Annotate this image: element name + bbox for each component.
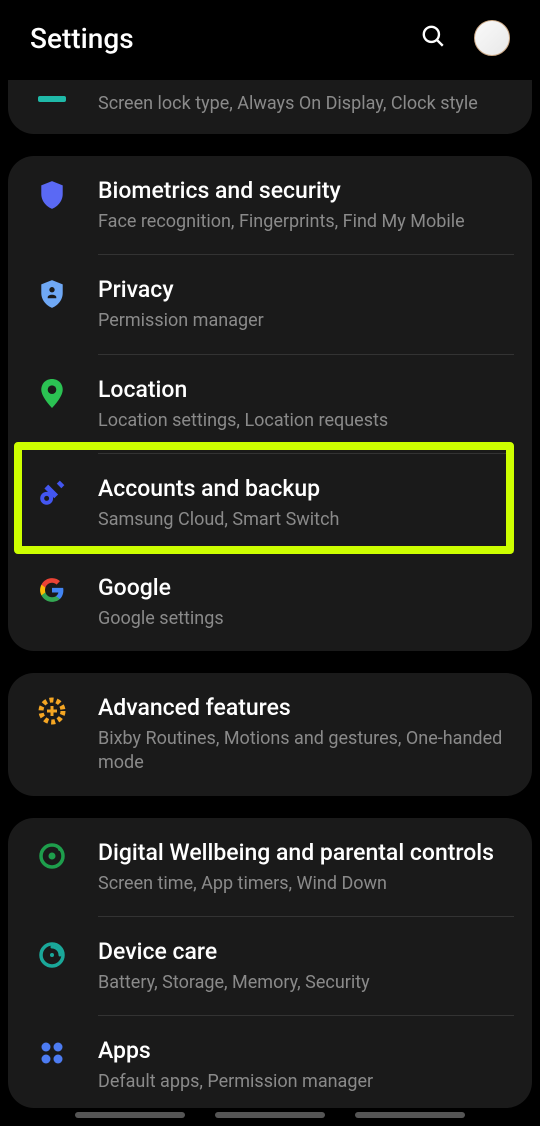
avatar[interactable]	[474, 20, 510, 56]
settings-item-accounts-backup[interactable]: Accounts and backup Samsung Cloud, Smart…	[8, 454, 532, 552]
settings-group: Digital Wellbeing and parental controls …	[8, 818, 532, 1109]
item-sub: Bixby Routines, Motions and gestures, On…	[98, 727, 508, 776]
item-title: Advanced features	[98, 693, 508, 723]
wellbeing-icon	[32, 838, 72, 870]
item-title: Privacy	[98, 275, 508, 305]
header: Settings	[0, 0, 540, 80]
location-pin-icon	[32, 375, 72, 409]
item-sub: Battery, Storage, Memory, Security	[98, 971, 508, 995]
google-icon	[32, 573, 72, 603]
apps-grid-icon	[32, 1036, 72, 1066]
settings-item-location[interactable]: Location Location settings, Location req…	[8, 355, 532, 453]
settings-item-biometrics[interactable]: Biometrics and security Face recognition…	[8, 156, 532, 254]
gear-plus-icon	[32, 693, 72, 725]
page-title: Settings	[30, 22, 134, 55]
item-sub: Permission manager	[98, 309, 508, 333]
item-sub: Location settings, Location requests	[98, 409, 508, 433]
nav-back[interactable]	[355, 1112, 465, 1118]
item-title: Biometrics and security	[98, 176, 508, 206]
nav-recent[interactable]	[75, 1112, 185, 1118]
privacy-icon	[32, 275, 72, 309]
item-title: Device care	[98, 937, 508, 967]
shield-icon	[32, 176, 72, 210]
item-title: Google	[98, 573, 508, 603]
settings-item-device-care[interactable]: Device care Battery, Storage, Memory, Se…	[8, 917, 532, 1015]
search-icon[interactable]	[420, 23, 446, 53]
item-title: Apps	[98, 1036, 508, 1066]
device-care-icon	[32, 937, 72, 969]
item-title: Accounts and backup	[98, 474, 508, 504]
item-sub: Samsung Cloud, Smart Switch	[98, 508, 508, 532]
key-icon	[32, 474, 72, 508]
item-title: Digital Wellbeing and parental controls	[98, 838, 508, 868]
item-sub: Default apps, Permission manager	[98, 1070, 508, 1094]
settings-item-google[interactable]: Google Google settings	[8, 553, 532, 651]
nav-home[interactable]	[215, 1112, 325, 1118]
navigation-bar	[0, 1112, 540, 1118]
item-sub: Google settings	[98, 607, 508, 631]
settings-group: Screen lock type, Always On Display, Clo…	[8, 80, 532, 134]
settings-item-apps[interactable]: Apps Default apps, Permission manager	[8, 1016, 532, 1108]
lockscreen-icon	[32, 92, 72, 106]
settings-group: Advanced features Bixby Routines, Motion…	[8, 673, 532, 795]
settings-item-privacy[interactable]: Privacy Permission manager	[8, 255, 532, 353]
item-title: Location	[98, 375, 508, 405]
item-sub: Screen lock type, Always On Display, Clo…	[98, 92, 508, 116]
header-actions	[420, 20, 510, 56]
settings-item-digital-wellbeing[interactable]: Digital Wellbeing and parental controls …	[8, 818, 532, 916]
item-sub: Screen time, App timers, Wind Down	[98, 872, 508, 896]
item-sub: Face recognition, Fingerprints, Find My …	[98, 210, 508, 234]
settings-group: Biometrics and security Face recognition…	[8, 156, 532, 651]
settings-item-lockscreen[interactable]: Screen lock type, Always On Display, Clo…	[8, 80, 532, 134]
settings-item-advanced-features[interactable]: Advanced features Bixby Routines, Motion…	[8, 673, 532, 795]
